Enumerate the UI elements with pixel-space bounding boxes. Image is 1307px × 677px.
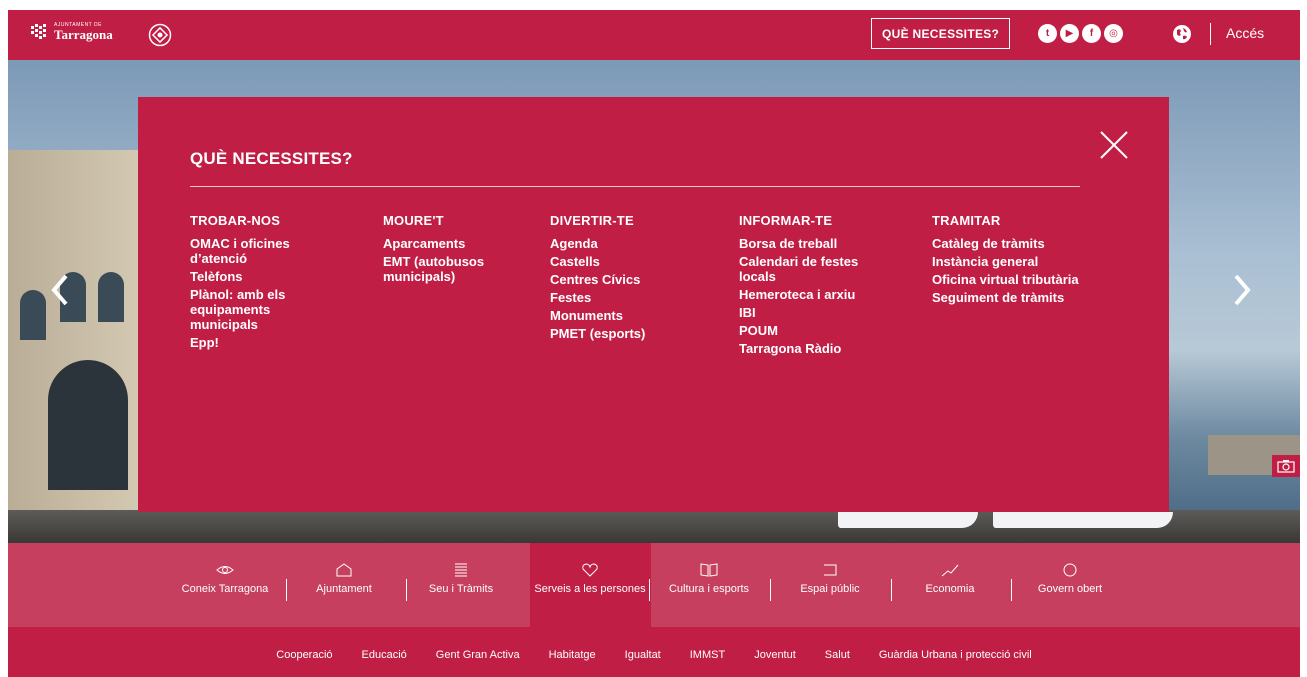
column-heading: TROBAR-NOS: [190, 213, 281, 228]
panel-title: QUÈ NECESSITES?: [190, 149, 353, 168]
world-heritage-seal-icon[interactable]: [148, 23, 172, 47]
column-link[interactable]: POUM: [739, 323, 879, 338]
column-link[interactable]: EMT (autobusos municipals): [383, 254, 523, 284]
column-link[interactable]: Hemeroteca i arxiu: [739, 287, 879, 302]
column-heading: INFORMAR-TE: [739, 213, 833, 228]
page-frame: AJUNTAMENT DE Tarragona QUÈ NECESSITES? …: [8, 10, 1300, 677]
sub-nav-item[interactable]: Educació: [362, 649, 407, 661]
sub-nav-item[interactable]: Gent Gran Activa: [436, 649, 520, 661]
category-espai-public[interactable]: Espai públic: [770, 563, 890, 596]
slider-next-arrow-icon[interactable]: [1226, 272, 1256, 308]
sub-nav-item[interactable]: Joventut: [754, 649, 796, 661]
hero-window: [98, 272, 124, 322]
category-label: Seu i Tràmits: [428, 583, 494, 595]
category-label: Espai públic: [800, 583, 860, 595]
what-do-you-need-button[interactable]: QUÈ NECESSITES?: [871, 18, 1011, 49]
youtube-icon[interactable]: ▶: [1060, 24, 1079, 43]
column-heading: TRAMITAR: [932, 213, 1001, 228]
column-link[interactable]: Tarragona Ràdio: [739, 341, 879, 356]
category-seu-i-tramits[interactable]: Seu i Tràmits: [401, 563, 521, 596]
column-link[interactable]: Agenda: [550, 236, 710, 251]
instagram-icon[interactable]: ◎: [1104, 24, 1123, 43]
column-have-fun: DIVERTIR-TE Agenda Castells Centres Cívi…: [550, 213, 710, 344]
access-link[interactable]: Accés: [1226, 25, 1264, 41]
close-icon[interactable]: [1099, 130, 1129, 160]
hero-window: [20, 290, 46, 340]
heart-icon: [582, 563, 598, 577]
list-icon: [455, 563, 467, 577]
column-link[interactable]: Monuments: [550, 308, 710, 323]
building-icon: [336, 563, 352, 577]
what-do-you-need-panel: QUÈ NECESSITES? TROBAR-NOS OMAC i oficin…: [138, 97, 1169, 512]
column-link[interactable]: Aparcaments: [383, 236, 523, 251]
category-label: Coneix Tarragona: [181, 583, 269, 595]
column-heading: DIVERTIR-TE: [550, 213, 634, 228]
sub-nav: Cooperació Educació Gent Gran Activa Hab…: [8, 627, 1300, 677]
sub-nav-item[interactable]: Cooperació: [276, 649, 332, 661]
social-links: t ▶ f ◎: [1038, 24, 1123, 43]
column-link[interactable]: Castells: [550, 254, 710, 269]
column-link[interactable]: Instància general: [932, 254, 1122, 269]
column-heading: MOURE'T: [383, 213, 444, 228]
column-link[interactable]: Borsa de treball: [739, 236, 879, 251]
square-icon: [824, 564, 837, 576]
column-link[interactable]: OMAC i oficines d’atenció: [190, 236, 340, 266]
panel-divider: [190, 186, 1080, 187]
category-nav: Coneix Tarragona Ajuntament Seu i Tràmit…: [8, 543, 1300, 627]
category-cultura-i-esports[interactable]: Cultura i esports: [649, 563, 769, 596]
header-divider: [1210, 23, 1211, 45]
column-find-us: TROBAR-NOS OMAC i oficines d’atenció Tel…: [190, 213, 340, 353]
chart-line-icon: [941, 564, 959, 577]
column-link[interactable]: Calendari de festes locals: [739, 254, 879, 284]
column-link[interactable]: Festes: [550, 290, 710, 305]
site-header: AJUNTAMENT DE Tarragona QUÈ NECESSITES? …: [8, 10, 1300, 60]
column-procedures: TRAMITAR Catàleg de tràmits Instància ge…: [932, 213, 1122, 308]
sub-nav-item[interactable]: IMMST: [690, 649, 725, 661]
category-label: Cultura i esports: [668, 583, 750, 595]
book-icon: [700, 563, 718, 577]
category-label: Govern obert: [1037, 583, 1103, 595]
column-get-informed: INFORMAR-TE Borsa de treball Calendari d…: [739, 213, 879, 359]
category-govern-obert[interactable]: Govern obert: [1010, 563, 1130, 596]
category-label: Economia: [925, 583, 975, 595]
camera-icon[interactable]: [1272, 455, 1300, 477]
column-move: MOURE'T Aparcaments EMT (autobusos munic…: [383, 213, 523, 287]
hero-boat: [993, 512, 1173, 528]
category-ajuntament[interactable]: Ajuntament: [284, 563, 404, 596]
category-label: Ajuntament: [316, 583, 372, 595]
column-link[interactable]: PMET (esports): [550, 326, 710, 341]
site-logo[interactable]: AJUNTAMENT DE Tarragona: [30, 23, 113, 41]
column-link[interactable]: Epp!: [190, 335, 340, 350]
column-link[interactable]: Oficina virtual tributària: [932, 272, 1122, 287]
column-link[interactable]: Catàleg de tràmits: [932, 236, 1122, 251]
column-link[interactable]: Plànol: amb els equipaments municipals: [190, 287, 340, 332]
hero-boat: [838, 512, 978, 528]
sub-nav-items: Cooperació Educació Gent Gran Activa Hab…: [8, 649, 1300, 661]
sub-nav-item[interactable]: Igualtat: [625, 649, 661, 661]
category-coneix-tarragona[interactable]: Coneix Tarragona: [165, 563, 285, 596]
sub-nav-item[interactable]: Salut: [825, 649, 850, 661]
logo-name-text: Tarragona: [54, 27, 113, 42]
category-economia[interactable]: Economia: [890, 563, 1010, 596]
sub-nav-item[interactable]: Guàrdia Urbana i protecció civil: [879, 649, 1032, 661]
logo-emblem-icon: [31, 24, 46, 39]
circle-icon: [1063, 563, 1077, 577]
sub-nav-item[interactable]: Habitatge: [549, 649, 596, 661]
category-label: Serveis a les persones: [534, 583, 646, 595]
slider-prev-arrow-icon[interactable]: [46, 272, 76, 308]
facebook-icon[interactable]: f: [1082, 24, 1101, 43]
category-serveis-a-les-persones[interactable]: Serveis a les persones: [530, 563, 650, 596]
column-link[interactable]: Seguiment de tràmits: [932, 290, 1122, 305]
column-link[interactable]: IBI: [739, 305, 879, 320]
column-link[interactable]: Telèfons: [190, 269, 340, 284]
globe-icon[interactable]: [1172, 24, 1192, 44]
eye-icon: [216, 566, 234, 574]
column-link[interactable]: Centres Cívics: [550, 272, 710, 287]
logo-text: AJUNTAMENT DE Tarragona: [54, 23, 113, 42]
hero-archway: [48, 360, 128, 490]
twitter-icon[interactable]: t: [1038, 24, 1057, 43]
